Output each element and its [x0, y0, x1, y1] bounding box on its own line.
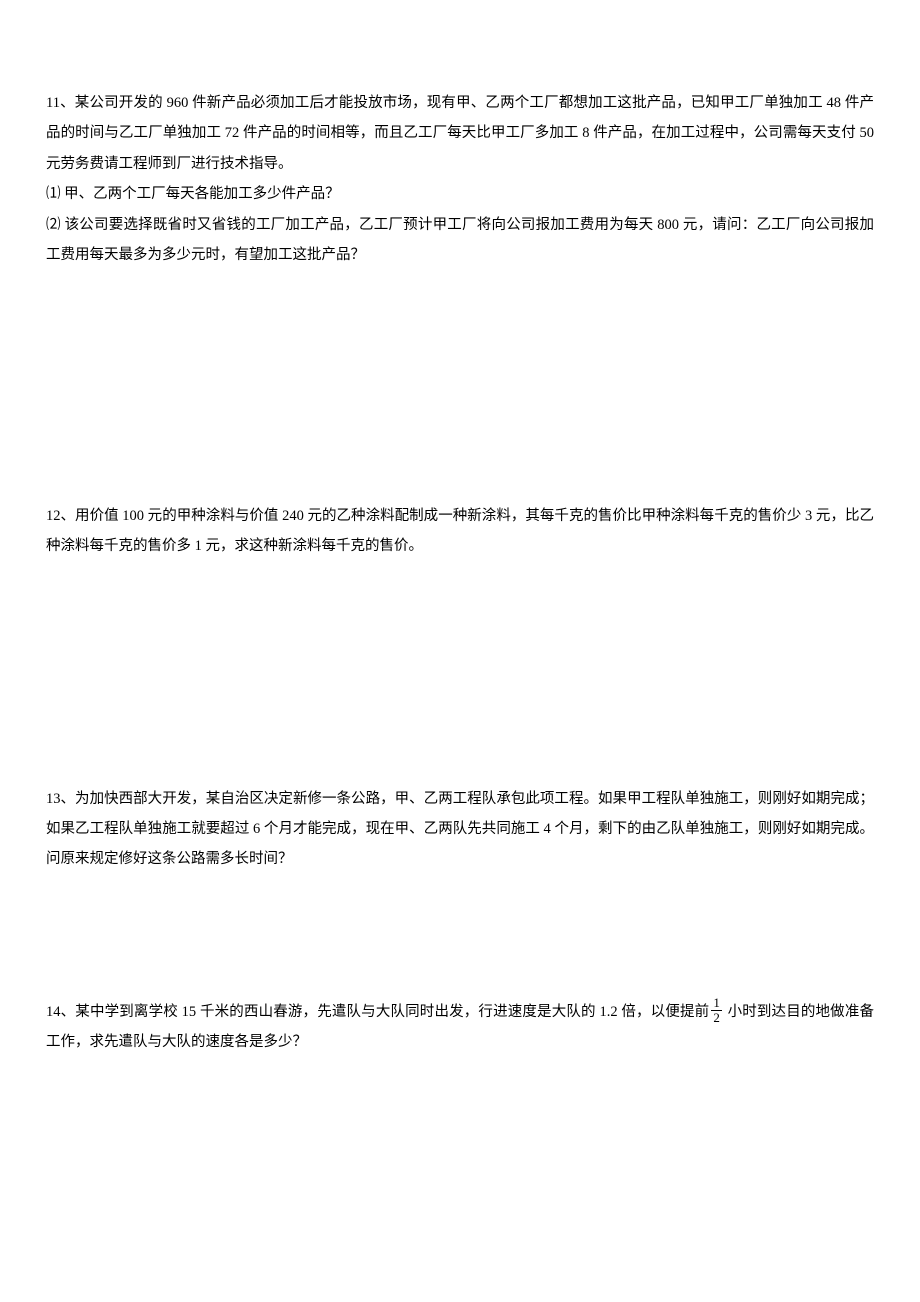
- problem-11-body: 11、某公司开发的 960 件新产品必须加工后才能投放市场，现有甲、乙两个工厂都…: [46, 88, 874, 179]
- problem-14: 14、某中学到离学校 15 千米的西山春游，先遣队与大队同时出发，行进速度是大队…: [46, 997, 874, 1058]
- problem-13-body: 13、为加快西部大开发，某自治区决定新修一条公路，甲、乙两工程队承包此项工程。如…: [46, 784, 874, 875]
- problem-11-q2: ⑵ 该公司要选择既省时又省钱的工厂加工产品，乙工厂预计甲工厂将向公司报加工费用为…: [46, 210, 874, 271]
- problem-12: 12、用价值 100 元的甲种涂料与价值 240 元的乙种涂料配制成一种新涂料，…: [46, 501, 874, 562]
- fraction-denominator: 2: [711, 1011, 722, 1025]
- spacer: [46, 271, 874, 501]
- fraction-numerator: 1: [711, 996, 722, 1011]
- problem-13: 13、为加快西部大开发，某自治区决定新修一条公路，甲、乙两工程队承包此项工程。如…: [46, 784, 874, 875]
- spacer: [46, 562, 874, 784]
- problem-11: 11、某公司开发的 960 件新产品必须加工后才能投放市场，现有甲、乙两个工厂都…: [46, 88, 874, 271]
- document-page: 11、某公司开发的 960 件新产品必须加工后才能投放市场，现有甲、乙两个工厂都…: [0, 0, 920, 1118]
- problem-11-q1: ⑴ 甲、乙两个工厂每天各能加工多少件产品？: [46, 179, 874, 209]
- spacer: [46, 875, 874, 997]
- problem-12-body: 12、用价值 100 元的甲种涂料与价值 240 元的乙种涂料配制成一种新涂料，…: [46, 501, 874, 562]
- fraction-one-half: 12: [711, 996, 722, 1024]
- problem-14-part1: 14、某中学到离学校 15 千米的西山春游，先遣队与大队同时出发，行进速度是大队…: [46, 1004, 709, 1020]
